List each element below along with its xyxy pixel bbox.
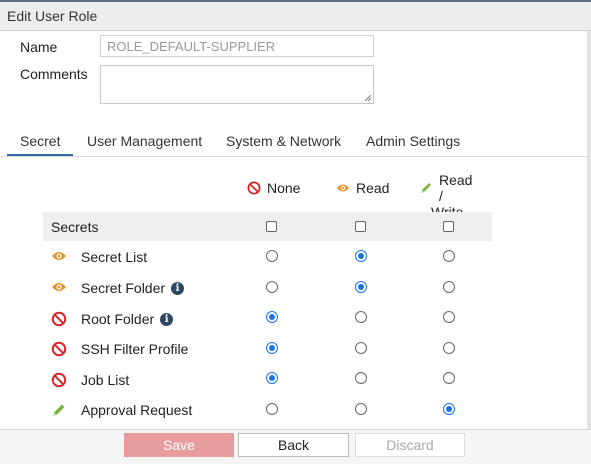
column-none-label: None bbox=[267, 180, 301, 196]
ssh-filter-profile-read-radio[interactable] bbox=[355, 342, 367, 354]
name-field[interactable] bbox=[100, 35, 374, 57]
approval-request-read-write-radio[interactable] bbox=[443, 403, 455, 415]
tab-user-management[interactable]: User Management bbox=[87, 133, 202, 149]
job-list-read-write-radio[interactable] bbox=[443, 372, 455, 384]
name-label: Name bbox=[20, 39, 58, 55]
row-label: Secret Folder bbox=[81, 280, 166, 296]
secrets-read-write-checkbox[interactable] bbox=[443, 221, 454, 232]
row-label: SSH Filter Profile bbox=[81, 341, 189, 357]
save-button[interactable]: Save bbox=[124, 433, 234, 457]
eye-icon bbox=[51, 280, 67, 296]
resize-grip-icon[interactable] bbox=[365, 95, 371, 101]
back-button[interactable]: Back bbox=[238, 433, 349, 457]
comments-label: Comments bbox=[20, 66, 88, 82]
column-read-label: Read bbox=[356, 180, 390, 196]
secrets-none-checkbox[interactable] bbox=[266, 221, 277, 232]
secret-list-none-radio[interactable] bbox=[266, 250, 278, 262]
ssh-filter-profile-read-write-radio[interactable] bbox=[443, 342, 455, 354]
root-folder-read-radio[interactable] bbox=[355, 311, 367, 323]
job-list-none-radio[interactable] bbox=[266, 372, 278, 384]
discard-button[interactable]: Discard bbox=[355, 433, 465, 457]
row-label: Root Folder bbox=[81, 311, 155, 327]
info-icon[interactable]: i bbox=[160, 312, 174, 326]
column-none-header: None bbox=[247, 180, 300, 196]
job-list-read-radio[interactable] bbox=[355, 372, 367, 384]
secret-folder-read-radio[interactable] bbox=[355, 281, 367, 293]
comments-field[interactable] bbox=[100, 65, 374, 104]
approval-request-read-radio[interactable] bbox=[355, 403, 367, 415]
secret-list-read-write-radio[interactable] bbox=[443, 250, 455, 262]
no-access-icon bbox=[51, 341, 67, 357]
root-folder-read-write-radio[interactable] bbox=[443, 311, 455, 323]
ssh-filter-profile-none-radio[interactable] bbox=[266, 342, 278, 354]
scroll-gutter bbox=[587, 31, 591, 429]
secret-folder-none-radio[interactable] bbox=[266, 281, 278, 293]
secret-folder-read-write-radio[interactable] bbox=[443, 281, 455, 293]
secrets-read-checkbox[interactable] bbox=[355, 221, 366, 232]
eye-icon bbox=[51, 249, 67, 265]
row-label: Job List bbox=[81, 372, 130, 388]
pencil-icon bbox=[419, 181, 433, 195]
no-access-icon bbox=[247, 181, 261, 195]
secrets-group-label: Secrets bbox=[51, 219, 99, 235]
window-title: Edit User Role bbox=[7, 8, 98, 24]
column-read-header: Read bbox=[336, 180, 389, 196]
tab-secret[interactable]: Secret bbox=[20, 133, 60, 149]
column-read-write-label-line1: Read / bbox=[439, 172, 473, 204]
pencil-icon bbox=[51, 402, 67, 418]
tabs-divider bbox=[0, 156, 588, 157]
approval-request-none-radio[interactable] bbox=[266, 403, 278, 415]
root-folder-none-radio[interactable] bbox=[266, 311, 278, 323]
tab-system-network[interactable]: System & Network bbox=[226, 133, 341, 149]
secret-list-read-radio[interactable] bbox=[355, 250, 367, 262]
title-bar: Edit User Role bbox=[0, 0, 591, 31]
tab-admin-settings[interactable]: Admin Settings bbox=[366, 133, 460, 149]
info-icon[interactable]: i bbox=[171, 281, 185, 295]
eye-icon bbox=[336, 182, 350, 194]
no-access-icon bbox=[51, 311, 67, 327]
no-access-icon bbox=[51, 372, 67, 388]
row-label: Approval Request bbox=[81, 402, 193, 418]
row-label: Secret List bbox=[81, 249, 148, 265]
